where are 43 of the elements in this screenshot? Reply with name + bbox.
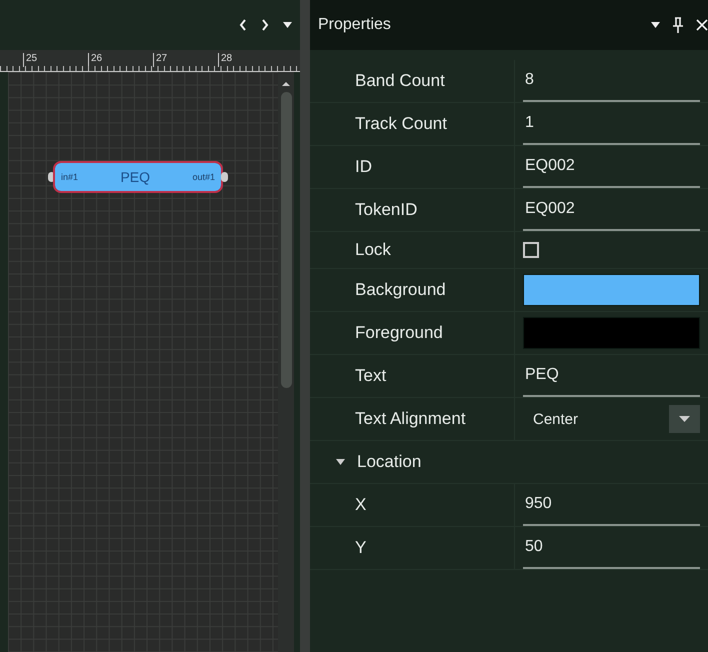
property-label: Text — [355, 366, 386, 386]
scroll-up-icon[interactable] — [282, 82, 290, 86]
property-label: X — [355, 495, 366, 515]
dropdown-icon[interactable] — [651, 22, 660, 28]
color-swatch[interactable] — [523, 317, 700, 349]
ruler-label: 28 — [218, 53, 283, 67]
property-label: Band Count — [355, 71, 445, 91]
property-field[interactable]: 50 — [523, 527, 700, 569]
property-label: Background — [355, 280, 446, 300]
chevron-right-icon[interactable] — [261, 19, 269, 31]
dropdown-icon[interactable] — [283, 22, 292, 28]
close-icon[interactable] — [696, 19, 708, 31]
peq-block[interactable]: in#1 PEQ out#1 — [55, 163, 221, 191]
scrollbar[interactable] — [278, 72, 294, 652]
property-label: Y — [355, 538, 366, 558]
collapse-icon[interactable] — [336, 459, 345, 465]
property-field[interactable]: EQ002 — [523, 146, 700, 188]
chevron-left-icon[interactable] — [239, 19, 247, 31]
property-label: Lock — [355, 240, 391, 260]
checkbox[interactable] — [523, 242, 539, 258]
property-label: Track Count — [355, 114, 447, 134]
ruler-label: 25 — [23, 53, 88, 67]
property-field[interactable]: EQ002 — [523, 189, 700, 231]
scrollbar-thumb[interactable] — [280, 92, 292, 388]
input-port-label: in#1 — [61, 172, 78, 182]
property-field[interactable]: 8 — [523, 60, 700, 102]
block-title: PEQ — [120, 169, 150, 185]
color-swatch[interactable] — [523, 274, 700, 306]
panel-title: Properties — [318, 16, 392, 34]
ruler-label: 27 — [153, 53, 218, 67]
property-field[interactable]: PEQ — [523, 355, 700, 397]
output-port-label: out#1 — [192, 172, 215, 182]
dropdown-field[interactable]: Center — [523, 401, 700, 437]
property-label: TokenID — [355, 200, 418, 220]
property-label: ID — [355, 157, 372, 177]
pin-icon[interactable] — [672, 17, 684, 33]
property-label: Foreground — [355, 323, 443, 343]
property-field[interactable]: 950 — [523, 484, 700, 526]
property-field[interactable]: 1 — [523, 103, 700, 145]
property-label: Location — [357, 452, 422, 472]
property-label: Text Alignment — [355, 409, 466, 429]
ruler-label: 26 — [88, 53, 153, 67]
output-pin[interactable] — [221, 172, 228, 182]
